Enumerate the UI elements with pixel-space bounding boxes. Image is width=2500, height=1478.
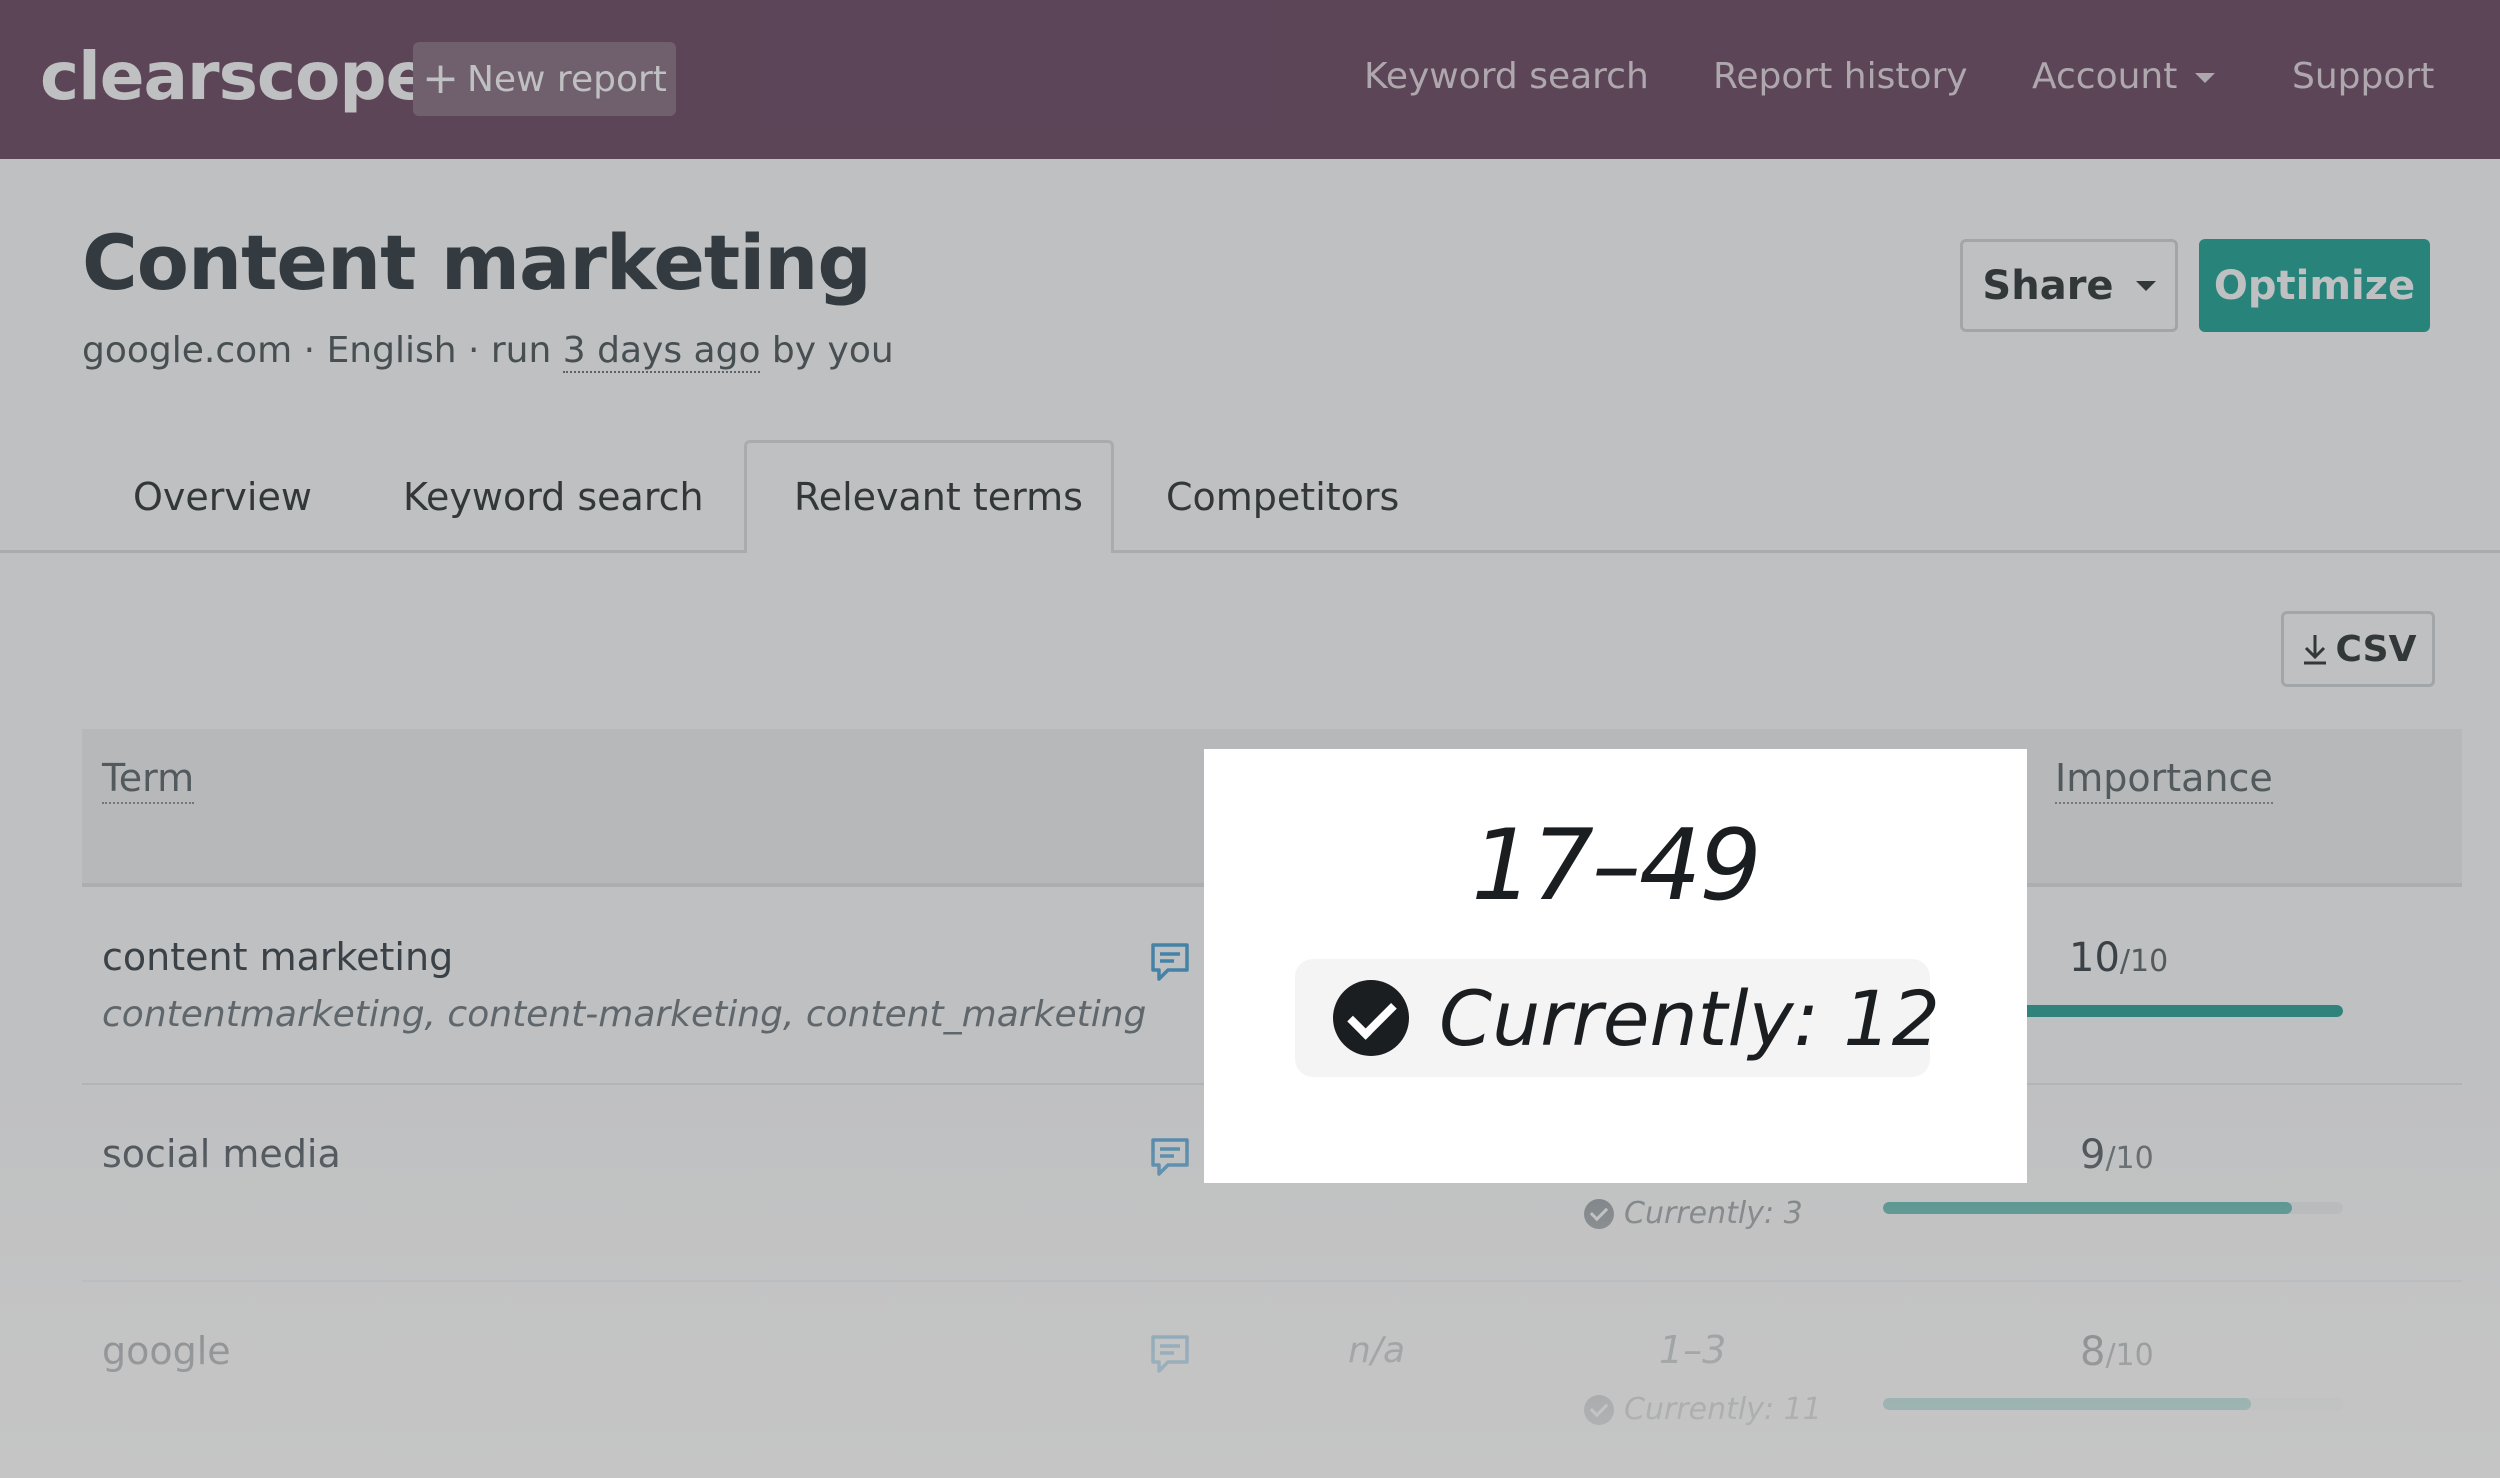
term-name: social media xyxy=(102,1132,341,1176)
csv-label: CSV xyxy=(2335,628,2417,670)
comment-icon[interactable] xyxy=(1148,1332,1192,1376)
meta-time: 3 days ago xyxy=(562,330,761,373)
importance-bar xyxy=(1883,1202,2343,1214)
current-usage-label: Currently: 3 xyxy=(1624,1196,1803,1231)
csv-download-button[interactable]: CSV xyxy=(2281,611,2435,687)
nav-report-history[interactable]: Report history xyxy=(1713,56,1968,97)
top-nav: clearscope + New report Keyword search R… xyxy=(0,0,2500,159)
spotlight-current: Currently: 12 xyxy=(1439,973,1941,1063)
spotlight-current-pill: Currently: 12 xyxy=(1295,959,1940,1077)
page-title: Content marketing xyxy=(82,218,872,307)
nav-account[interactable]: Account xyxy=(2032,56,2216,97)
spotlight-range: 17–49 xyxy=(1471,809,1761,923)
nav-account-label: Account xyxy=(2032,56,2178,97)
importance-denominator: /10 xyxy=(2105,1141,2154,1176)
term-variants: contentmarketing, content-marketing, con… xyxy=(102,994,1147,1035)
download-icon xyxy=(2303,635,2326,665)
importance-value: 10 xyxy=(2069,935,2120,981)
new-report-label: New report xyxy=(466,58,667,100)
meta-suffix: by you xyxy=(760,330,894,371)
uses-value: n/a xyxy=(1348,1330,1406,1371)
importance-score: 8/10 xyxy=(2080,1329,2154,1375)
importance-denominator: /10 xyxy=(2119,944,2169,979)
importance-bar xyxy=(1883,1398,2343,1410)
tabs-divider xyxy=(0,550,2500,553)
share-label: Share xyxy=(1982,262,2114,309)
chevron-down-icon xyxy=(2135,280,2156,291)
term-name: google xyxy=(102,1329,231,1373)
nav-keyword-search[interactable]: Keyword search xyxy=(1364,56,1649,97)
importance-value: 8 xyxy=(2080,1329,2106,1375)
row-divider xyxy=(82,1280,2462,1282)
importance-denominator: /10 xyxy=(2105,1338,2154,1373)
share-button[interactable]: Share xyxy=(1960,239,2178,332)
new-report-button[interactable]: + New report xyxy=(413,42,676,116)
plus-icon: + xyxy=(422,53,459,104)
column-header-term[interactable]: Term xyxy=(102,756,195,804)
tab-relevant-terms[interactable]: Relevant terms xyxy=(794,475,1083,519)
importance-score: 9/10 xyxy=(2080,1132,2154,1178)
meta-prefix: google.com · English · run xyxy=(82,330,563,371)
optimize-button[interactable]: Optimize xyxy=(2199,239,2430,332)
importance-score: 10/10 xyxy=(2069,935,2168,981)
current-usage: Currently: 11 xyxy=(1584,1392,1822,1427)
importance-value: 9 xyxy=(2080,1132,2106,1178)
check-circle-icon xyxy=(1584,1198,1614,1229)
tab-overview[interactable]: Overview xyxy=(133,475,312,519)
tab-competitors[interactable]: Competitors xyxy=(1166,475,1399,519)
column-header-importance[interactable]: Importance xyxy=(2055,756,2273,804)
check-circle-icon xyxy=(1584,1394,1614,1425)
chevron-down-icon xyxy=(2195,73,2216,83)
check-circle-icon xyxy=(1333,980,1409,1056)
term-name: content marketing xyxy=(102,935,454,979)
current-usage: Currently: 3 xyxy=(1584,1196,1803,1231)
comment-icon[interactable] xyxy=(1148,940,1192,984)
typical-range: 1–3 xyxy=(1659,1328,1727,1372)
importance-bar-fill xyxy=(1883,1398,2251,1410)
comment-icon[interactable] xyxy=(1148,1135,1192,1179)
current-usage-label: Currently: 11 xyxy=(1624,1392,1822,1427)
spotlight-callout: 17–49 Currently: 12 xyxy=(1204,749,2027,1183)
nav-support[interactable]: Support xyxy=(2292,56,2434,97)
report-meta: google.com · English · run 3 days ago by… xyxy=(82,330,894,373)
tab-keyword-search[interactable]: Keyword search xyxy=(403,475,704,519)
clearscope-logo[interactable]: clearscope xyxy=(40,38,430,115)
importance-bar-fill xyxy=(1883,1202,2293,1214)
